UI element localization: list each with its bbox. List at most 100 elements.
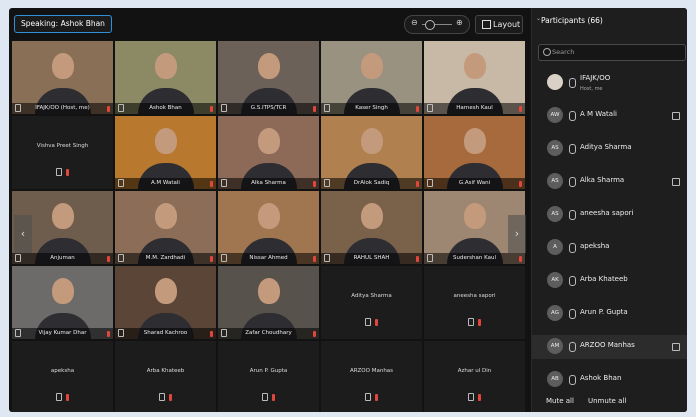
video-tile[interactable]: RAHUL SHAH [321,191,422,264]
prev-page-button[interactable]: ‹ [14,215,32,253]
microphone-icon[interactable] [569,177,576,187]
search-input[interactable] [552,46,678,58]
video-tile[interactable]: G.S.ITPS/TCR [218,41,319,114]
toolbar: Speaking: Ashok Bhan ⊖ ⊕ Layout [9,8,531,40]
tile-status-icons [321,318,422,326]
video-tile[interactable]: Kaser Singh [321,41,422,114]
microphone-icon[interactable] [569,309,576,319]
participant-face [154,128,177,154]
participant-name: Alka Sharma [580,176,625,184]
mic-muted-icon [107,331,110,337]
camera-icon[interactable] [672,178,680,186]
tile-name-label: Nissar Ahmed [218,253,319,264]
participant-item[interactable]: AG Arun P. Gupta [532,302,687,326]
microphone-icon[interactable] [569,276,576,286]
microphone-icon[interactable] [569,144,576,154]
microphone-icon[interactable] [569,375,576,385]
tile-name-label: ARZOO Manhas [349,368,394,374]
tile-name-label: A.M Watali [115,178,216,189]
meeting-window: Speaking: Ashok Bhan ⊖ ⊕ Layout IFAJK/OO… [9,8,687,412]
tile-name-label: M.M. Zardhadi [115,253,216,264]
audio-only-tile[interactable]: Aditya Sharma [321,266,422,339]
video-tile[interactable]: M.M. Zardhadi [115,191,216,264]
camera-icon [324,179,330,187]
avatar: AS [547,206,563,222]
camera-icon [427,179,433,187]
audio-only-tile[interactable]: aneesha sapori [424,266,525,339]
participant-search[interactable] [538,44,686,61]
tile-name-label: IFAJK/OO (Host, me) [12,103,113,114]
microphone-icon[interactable] [569,210,576,220]
audio-only-tile[interactable]: Arba Khateeb [115,341,216,412]
mic-muted-icon [66,393,69,401]
video-tile[interactable]: G.Asif Wani [424,116,525,189]
participant-item[interactable]: AS aneesha sapori [532,203,687,227]
camera-icon[interactable] [672,112,680,120]
microphone-icon[interactable] [569,111,576,121]
camera-icon[interactable] [672,343,680,351]
video-tile[interactable]: DrAlok Sadiq [321,116,422,189]
next-page-button[interactable]: › [508,215,526,253]
layout-grid-icon [482,20,491,29]
mic-muted-icon [416,181,419,187]
tile-name-label: aneesha sapori [453,293,496,299]
participant-face [463,128,486,154]
zoom-control[interactable]: ⊖ ⊕ [404,15,470,34]
mic-muted-icon [375,393,378,401]
tile-status-icons [321,393,422,401]
camera-icon [118,104,124,112]
audio-only-tile[interactable]: apeksha [12,341,113,412]
zoom-slider-knob[interactable] [425,20,435,30]
microphone-icon[interactable] [569,243,576,253]
participant-item[interactable]: AS Aditya Sharma [532,137,687,161]
participant-item[interactable]: AM ARZOO Manhas [532,335,687,359]
participant-face [51,278,74,304]
tile-name-label: Anjuman [12,253,113,264]
audio-only-tile[interactable]: Vishva Preet Singh [12,116,113,189]
video-tile[interactable]: Alka Sharma [218,116,319,189]
audio-only-tile[interactable]: Azhar ul Din [424,341,525,412]
participant-name: Arun P. Gupta [580,308,628,316]
avatar: AW [547,107,563,123]
avatar: AG [547,305,563,321]
participant-item[interactable]: AS Alka Sharma [532,170,687,194]
video-tile[interactable]: A.M Watali [115,116,216,189]
participant-face [154,278,177,304]
participant-role: Host, me [580,86,603,92]
video-tile[interactable]: Harnesh Kaul [424,41,525,114]
video-tile[interactable]: IFAJK/OO (Host, me) [12,41,113,114]
camera-icon [15,104,21,112]
video-tile[interactable]: Vijay Kumar Dhar [12,266,113,339]
mute-all-button[interactable]: Mute all [546,397,574,405]
participant-item[interactable]: IFAJK/OO Host, me [532,71,687,95]
unmute-all-button[interactable]: Unmute all [588,397,626,405]
mic-muted-icon [313,256,316,262]
audio-only-tile[interactable]: ARZOO Manhas [321,341,422,412]
participant-item[interactable]: Aapeksha [532,236,687,260]
mic-muted-icon [313,106,316,112]
camera-off-icon [468,318,474,326]
participant-face [463,53,486,79]
zoom-out-icon[interactable]: ⊖ [411,18,418,27]
tile-name-label: Arba Khateeb [146,368,185,374]
camera-icon [427,104,433,112]
video-tile[interactable]: Nissar Ahmed [218,191,319,264]
participant-item[interactable]: AB Ashok Bhan [532,368,687,392]
video-tile[interactable]: Ashok Bhan [115,41,216,114]
camera-icon [221,179,227,187]
microphone-icon[interactable] [569,342,576,352]
audio-only-tile[interactable]: Arun P. Gupta [218,341,319,412]
tile-status-icons [424,318,525,326]
participant-item[interactable]: AK Arba Khateeb [532,269,687,293]
participant-face [51,203,74,229]
zoom-in-icon[interactable]: ⊕ [456,18,463,27]
microphone-icon[interactable] [569,78,576,88]
video-tile[interactable]: Sharad Kachroo [115,266,216,339]
video-tile[interactable]: Zafar Choudhary [218,266,319,339]
participants-title: Participants (66) [541,16,603,25]
participant-item[interactable]: AW A M Watali [532,104,687,128]
participant-name: IFAJK/OO [580,74,611,82]
participant-face [360,203,383,229]
layout-button[interactable]: Layout [475,15,523,34]
participant-face [360,128,383,154]
